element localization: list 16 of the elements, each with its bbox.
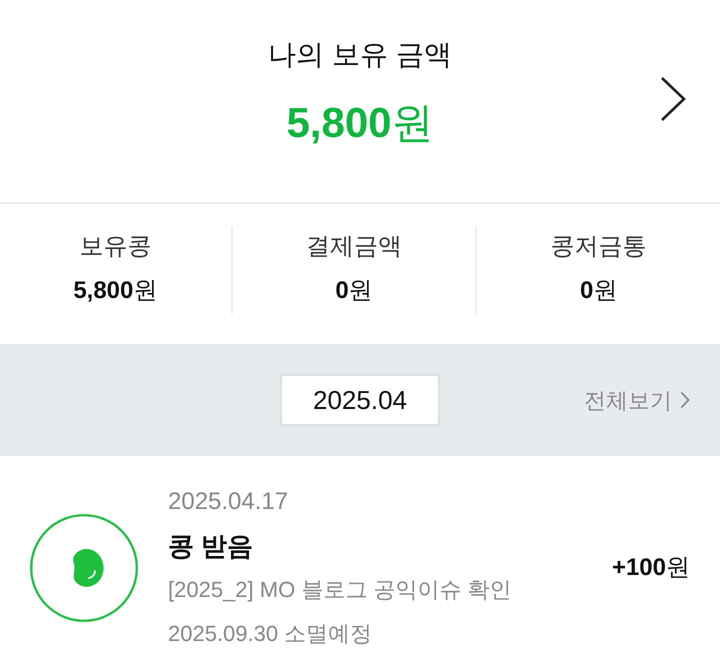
month-selector[interactable]: 2025.04 bbox=[280, 374, 440, 426]
balance-title: 나의 보유 금액 bbox=[267, 38, 453, 72]
transaction-amount: +100원 bbox=[612, 553, 690, 583]
stat-amount: 0원 bbox=[578, 276, 618, 306]
expiry-date: 2025.09.30 소멸예정 bbox=[168, 620, 374, 648]
stat-amount: 5,800원 bbox=[72, 276, 158, 306]
balance-amount: 5,800원 bbox=[285, 98, 435, 148]
stat-amount: 0원 bbox=[334, 276, 374, 306]
stat-label: 결제금액 bbox=[305, 232, 404, 262]
transaction-description: [2025_2] MO 블로그 공익이슈 확인 bbox=[168, 576, 513, 604]
bean-icon bbox=[30, 514, 138, 622]
transaction-title: 콩 받음 bbox=[168, 530, 254, 562]
stat-label: 콩저금통 bbox=[550, 232, 648, 262]
transaction-date: 2025.04.17 bbox=[168, 487, 290, 517]
stat-label: 보유콩 bbox=[78, 232, 152, 262]
chevron-right-icon[interactable] bbox=[660, 76, 686, 122]
